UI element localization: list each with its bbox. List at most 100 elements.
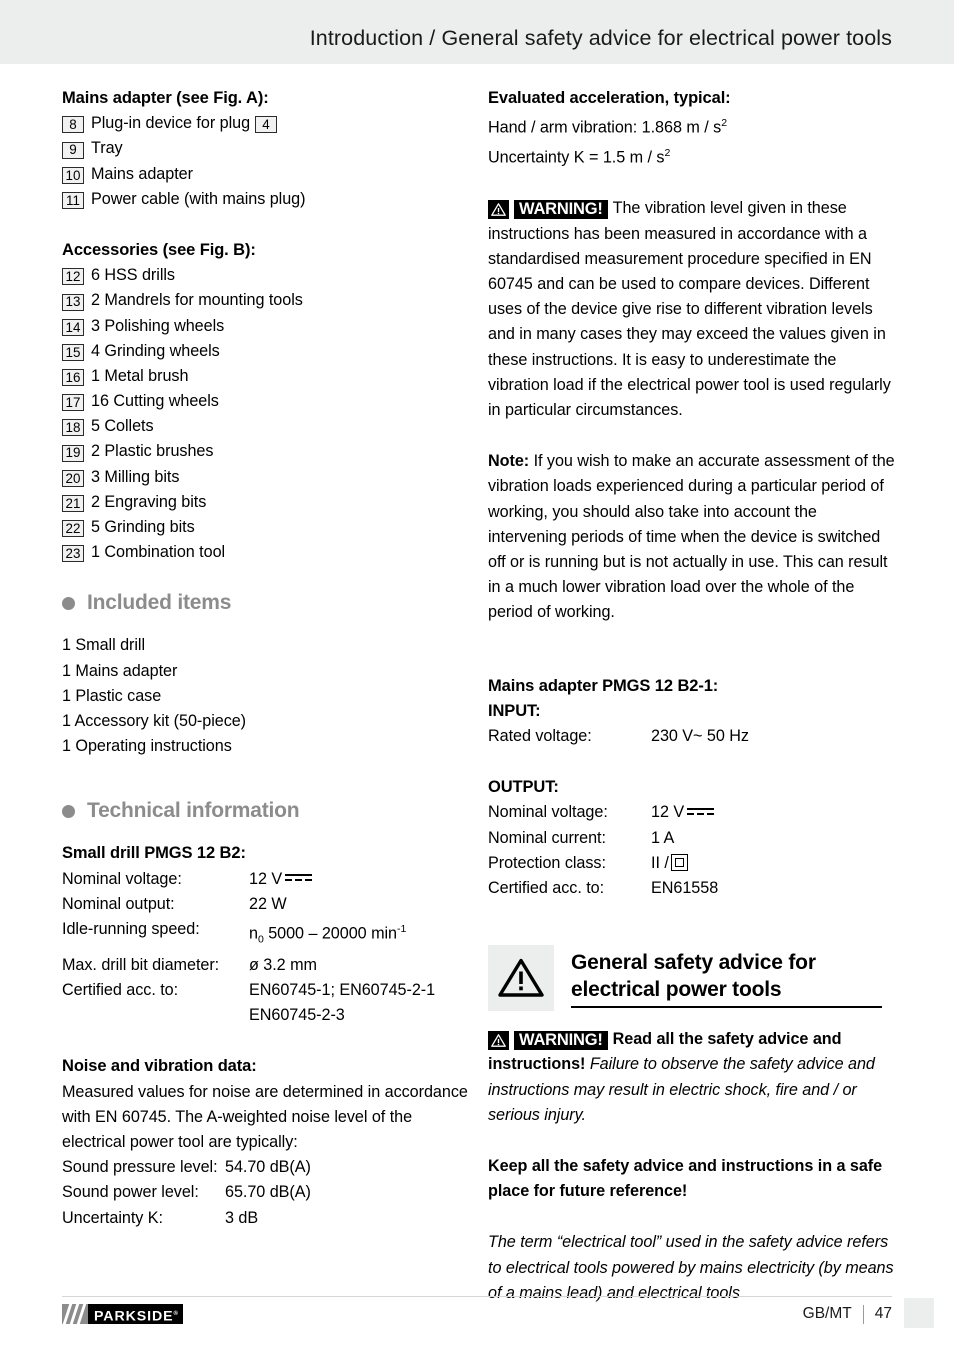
part-list-item: 11 Power cable (with mains plug): [62, 187, 470, 212]
spec-value: n0 5000 – 20000 min-1: [249, 917, 470, 953]
warning-label: WARNING!: [514, 1031, 608, 1051]
warning-badge: WARNING!: [488, 1031, 608, 1051]
included-item-line: 1 Plastic case: [62, 686, 162, 705]
dc-voltage-icon: [285, 872, 313, 883]
spec-value: 1 A: [651, 828, 675, 847]
electrical-tool-term-text: The term “electrical tool” used in the s…: [488, 1233, 894, 1302]
left-column: Mains adapter (see Fig. A): 8 Plug-in de…: [62, 86, 470, 1231]
included-item-line: 1 Mains adapter: [62, 661, 178, 680]
spec-row: Max. drill bit diameter: ø 3.2 mm: [62, 953, 470, 978]
part-number-badge: 9: [62, 141, 84, 159]
part-number-badge: 17: [62, 394, 84, 412]
spec-value: ø 3.2 mm: [249, 955, 317, 974]
part-list-item: 20 3 Milling bits: [62, 465, 470, 490]
part-list-item: 12 6 HSS drills: [62, 263, 470, 288]
part-list-item: 19 2 Plastic brushes: [62, 439, 470, 464]
keep-safety-advice-text: Keep all the safety advice and instructi…: [488, 1157, 883, 1201]
spec-value: 22 W: [249, 894, 287, 913]
page-edge-tab: [904, 1298, 934, 1328]
mains-adapter-spec-heading: Mains adapter PMGS 12 B2-1:: [488, 676, 719, 695]
section-heading-technical-information: Technical information: [62, 799, 470, 823]
spec-key: Nominal current:: [488, 828, 606, 847]
part-list-item: 18 5 Collets: [62, 414, 470, 439]
part-number-badge: 14: [62, 318, 84, 336]
part-list-item: 9 Tray: [62, 136, 470, 161]
general-safety-heading-line1: General safety advice for: [571, 951, 816, 975]
part-list-item: 23 1 Combination tool: [62, 540, 470, 565]
uncertainty-text: Uncertainty K = 1.5 m / s: [488, 148, 665, 167]
part-label: 1 Combination tool: [91, 543, 226, 562]
spec-value: 3 dB: [225, 1208, 259, 1227]
part-number-badge: 16: [62, 369, 84, 387]
warning-block-read-all: WARNING! Read all the safety advice and …: [488, 1027, 896, 1128]
noise-vibration-heading: Noise and vibration data:: [62, 1057, 257, 1076]
spec-value: 65.70 dB(A): [225, 1183, 311, 1202]
logo-slashes-icon: [62, 1304, 88, 1324]
part-list-item: 10 Mains adapter: [62, 162, 470, 187]
part-number-badge: 18: [62, 419, 84, 437]
part-label: 2 Plastic brushes: [91, 442, 214, 461]
evaluated-acceleration-heading: Evaluated acceleration, typical:: [488, 89, 731, 107]
part-label: 4 Grinding wheels: [91, 341, 220, 360]
part-label: 3 Polishing wheels: [91, 316, 225, 335]
footer-separator: [862, 1304, 864, 1324]
bullet-icon: [62, 596, 75, 610]
spec-value-text: II /: [651, 853, 669, 872]
part-number-badge: 23: [62, 545, 84, 563]
warning-triangle-icon: [488, 1031, 509, 1051]
spec-value: 230 V~ 50 Hz: [651, 727, 749, 746]
part-number-badge: 15: [62, 343, 84, 361]
part-label: 16 Cutting wheels: [91, 392, 219, 411]
part-label: Plug-in device for plug: [91, 114, 251, 133]
part-label: Tray: [91, 139, 123, 158]
warning-badge: WARNING!: [488, 200, 608, 220]
spec-key: Sound pressure level:: [62, 1158, 218, 1177]
part-number-badge: 20: [62, 469, 84, 487]
spec-value-text2: 5000 – 20000 min: [263, 924, 398, 943]
general-safety-heading-block: General safety advice for electrical pow…: [488, 945, 896, 1012]
section-title: Included items: [87, 591, 232, 615]
part-list-item: 8 Plug-in device for plug 4: [62, 111, 470, 136]
spec-key: Nominal voltage:: [62, 869, 182, 888]
spec-value: EN60745-2-3: [249, 1006, 345, 1025]
spec-row: Nominal voltage: 12 V: [488, 800, 896, 825]
spec-value-text: 12 V: [249, 869, 283, 888]
page-header-title: Introduction / General safety advice for…: [309, 26, 892, 50]
logo-text: PARKSIDE: [94, 1308, 174, 1325]
part-number-badge: 22: [62, 520, 84, 538]
warning-block-vibration: WARNING! The vibration level given in th…: [488, 196, 896, 423]
part-number-badge: 21: [62, 495, 84, 513]
noise-vibration-paragraph: Measured values for noise are determined…: [62, 1082, 468, 1152]
part-label: 5 Grinding bits: [91, 518, 195, 537]
small-drill-heading: Small drill PMGS 12 B2:: [62, 844, 246, 863]
spec-row: EN60745-2-3: [62, 1003, 470, 1028]
part-label: 2 Mandrels for mounting tools: [91, 291, 303, 310]
spec-value: EN61558: [651, 879, 719, 898]
spec-row: Nominal output: 22 W: [62, 892, 470, 917]
spec-key: Rated voltage:: [488, 727, 592, 746]
warning-triangle-icon: [488, 200, 509, 220]
part-label: 5 Collets: [91, 417, 154, 436]
spec-row: Nominal current: 1 A: [488, 826, 896, 851]
spec-key: Sound power level:: [62, 1183, 199, 1202]
spec-row: Sound pressure level: 54.70 dB(A): [62, 1155, 470, 1180]
footer-page-number: 47: [874, 1305, 892, 1322]
spec-key: [62, 1003, 249, 1028]
part-list-item: 14 3 Polishing wheels: [62, 314, 470, 339]
part-label: 3 Milling bits: [91, 467, 180, 486]
right-column: Evaluated acceleration, typical: Hand / …: [488, 86, 896, 1306]
hand-arm-vibration-text: Hand / arm vibration: 1.868 m / s: [488, 118, 722, 137]
spec-key: Max. drill bit diameter:: [62, 955, 220, 974]
spec-value: 54.70 dB(A): [225, 1158, 311, 1177]
spec-row: Uncertainty K: 3 dB: [62, 1206, 470, 1231]
class-two-insulation-icon: [670, 854, 688, 872]
